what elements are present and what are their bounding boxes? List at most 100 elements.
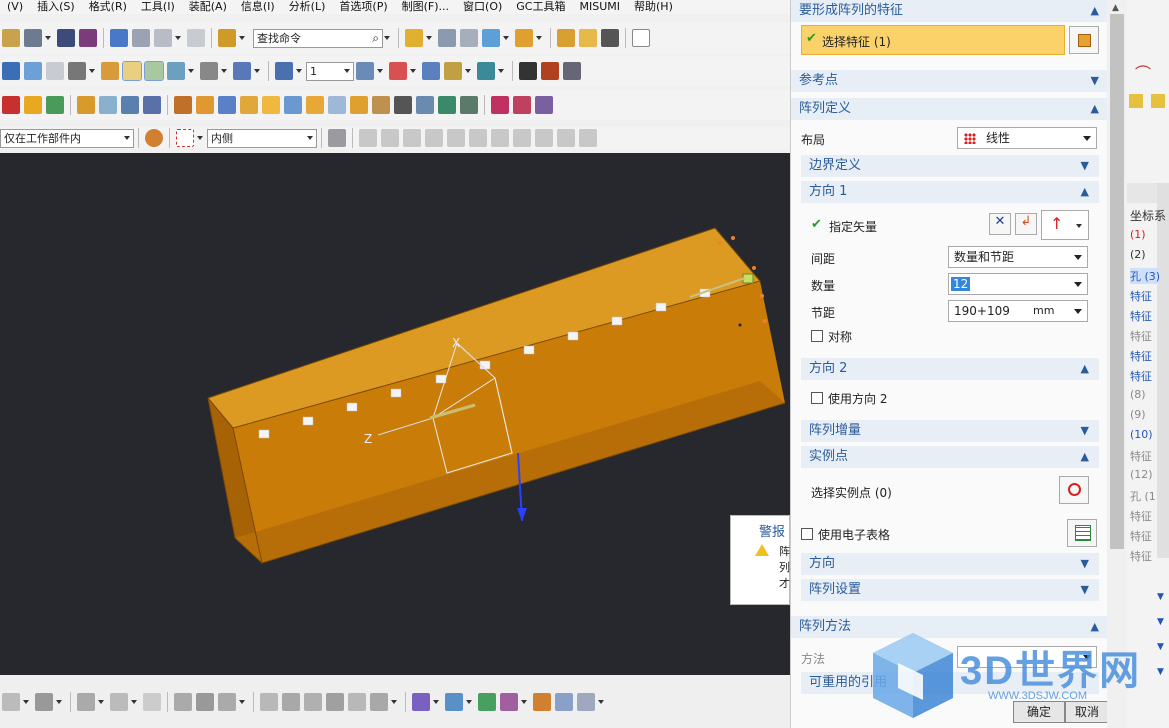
drag-handle[interactable]: [760, 294, 764, 298]
section-pattern-definition[interactable]: 阵列定义 ▲: [791, 98, 1109, 120]
frame-icon[interactable]: [563, 62, 581, 80]
trim-curve-icon[interactable]: [174, 693, 192, 711]
pattern-instance[interactable]: [567, 331, 579, 341]
slot-icon[interactable]: [372, 96, 390, 114]
feature-icon[interactable]: [405, 29, 423, 47]
table-icon[interactable]: [519, 62, 537, 80]
cylinder-icon[interactable]: [218, 96, 236, 114]
menu-misumi[interactable]: MISUMI: [573, 0, 628, 14]
sweep-icon[interactable]: [121, 96, 139, 114]
sheet-icon-2[interactable]: [1151, 94, 1165, 108]
redo-icon[interactable]: [187, 29, 205, 47]
chevron-down-icon[interactable]: ▼: [1081, 579, 1089, 601]
chevron-up-icon[interactable]: ▲: [1091, 0, 1099, 22]
navigator-item[interactable]: 孔 (1: [1130, 488, 1156, 504]
grid-icon[interactable]: [233, 62, 251, 80]
dialog-scrollbar[interactable]: ▲: [1107, 0, 1127, 728]
use-spreadsheet-checkbox[interactable]: [801, 528, 813, 540]
pattern-instance[interactable]: [390, 388, 402, 398]
graphics-viewport[interactable]: X Z 警报 阵 列 才: [0, 153, 790, 675]
bridge-icon[interactable]: [143, 693, 161, 711]
navigator-item[interactable]: 特征: [1130, 288, 1152, 304]
unite-icon[interactable]: [438, 96, 456, 114]
layer-settings-icon[interactable]: [356, 62, 374, 80]
navigator-scrollbar[interactable]: [1157, 183, 1169, 558]
pattern-instance[interactable]: [258, 429, 270, 439]
deviation-icon[interactable]: [348, 693, 366, 711]
search-input[interactable]: 查找命令 ⌕: [253, 28, 383, 48]
chevron-up-icon[interactable]: ▲: [1081, 446, 1089, 468]
save-as-icon[interactable]: [79, 29, 97, 47]
feature-selector-button[interactable]: [1069, 26, 1099, 54]
navigator-item[interactable]: 特征: [1130, 348, 1152, 364]
command-finder-icon[interactable]: [218, 29, 236, 47]
check-geometry-icon[interactable]: [304, 693, 322, 711]
matrix-icon[interactable]: [541, 62, 559, 80]
assembly-icon[interactable]: [438, 29, 456, 47]
navigator-item[interactable]: 特征: [1130, 448, 1152, 464]
spreadsheet-button[interactable]: [1067, 519, 1097, 547]
menu-help[interactable]: 帮助(H): [627, 0, 680, 14]
sweep-surface-icon[interactable]: [577, 693, 595, 711]
chevron-up-icon[interactable]: ▲: [1081, 358, 1089, 380]
drag-handle[interactable]: [738, 323, 742, 327]
warning-popup[interactable]: 警报 阵 列 才: [730, 515, 790, 605]
pattern-instance[interactable]: [523, 345, 535, 355]
mesh-icon[interactable]: [77, 96, 95, 114]
scroll-up-icon[interactable]: ▲: [1112, 3, 1119, 13]
chevron-down-icon[interactable]: ▼: [1091, 70, 1099, 92]
blank-icon[interactable]: [632, 29, 650, 47]
snap-quadrant-icon[interactable]: [513, 129, 531, 147]
navigator-item[interactable]: 特征: [1130, 308, 1152, 324]
section-pattern-settings[interactable]: 阵列设置 ▼: [801, 579, 1099, 601]
csys-icon[interactable]: [389, 62, 407, 80]
boss-icon[interactable]: [306, 96, 324, 114]
section-direction-2[interactable]: 方向 2 ▲: [801, 358, 1099, 380]
select-all-icon[interactable]: [328, 129, 346, 147]
menu-window[interactable]: 窗口(O): [456, 0, 509, 14]
section-icon[interactable]: [167, 62, 185, 80]
revolve-icon[interactable]: [24, 96, 42, 114]
extrude-icon[interactable]: [2, 96, 20, 114]
snap-curve-icon[interactable]: [425, 129, 443, 147]
pad-icon[interactable]: [350, 96, 368, 114]
sheet-icon[interactable]: [1129, 94, 1143, 108]
menu-assembly[interactable]: 装配(A): [182, 0, 234, 14]
shaded-edges-icon[interactable]: [122, 61, 142, 81]
navigator-item[interactable]: 特征: [1130, 508, 1152, 524]
filter-select[interactable]: 内侧: [207, 128, 317, 148]
chevron-up-icon[interactable]: ▲: [1081, 181, 1089, 203]
undo-icon[interactable]: [154, 29, 172, 47]
snap-line-icon[interactable]: [403, 129, 421, 147]
chevron-down-icon[interactable]: ▼: [1081, 155, 1089, 177]
layer-icon[interactable]: [275, 62, 293, 80]
curve-tool-icon[interactable]: ⌒: [1135, 60, 1151, 84]
menu-analysis[interactable]: 分析(L): [282, 0, 333, 14]
subtract-icon[interactable]: [460, 96, 478, 114]
menu-insert[interactable]: 插入(S): [30, 0, 82, 14]
curve-icon[interactable]: [2, 693, 20, 711]
ruled-icon[interactable]: [445, 693, 463, 711]
vector-dialog-button[interactable]: ↲: [1015, 213, 1037, 235]
clearance-icon[interactable]: [326, 693, 344, 711]
wireframe-icon[interactable]: [144, 61, 164, 81]
navigator-item[interactable]: 特征: [1130, 328, 1152, 344]
section-instance-points[interactable]: 实例点 ▲: [801, 446, 1099, 468]
book-icon[interactable]: [143, 96, 161, 114]
menu-view[interactable]: (V): [0, 0, 30, 14]
snap-grid-icon[interactable]: [579, 129, 597, 147]
block-icon[interactable]: [196, 96, 214, 114]
datum-icon[interactable]: [513, 96, 531, 114]
check-icon[interactable]: [46, 96, 64, 114]
component-icon[interactable]: [460, 29, 478, 47]
layout-select[interactable]: 线性: [957, 127, 1097, 149]
filter-icon[interactable]: [145, 129, 163, 147]
render-icon[interactable]: [68, 62, 86, 80]
menu-info[interactable]: 信息(I): [234, 0, 282, 14]
analysis-icon[interactable]: [260, 693, 278, 711]
save-icon[interactable]: [57, 29, 75, 47]
arrange-icon[interactable]: [579, 29, 597, 47]
axis-icon[interactable]: [535, 96, 553, 114]
hide-icon[interactable]: [422, 62, 440, 80]
n-sided-icon[interactable]: [533, 693, 551, 711]
